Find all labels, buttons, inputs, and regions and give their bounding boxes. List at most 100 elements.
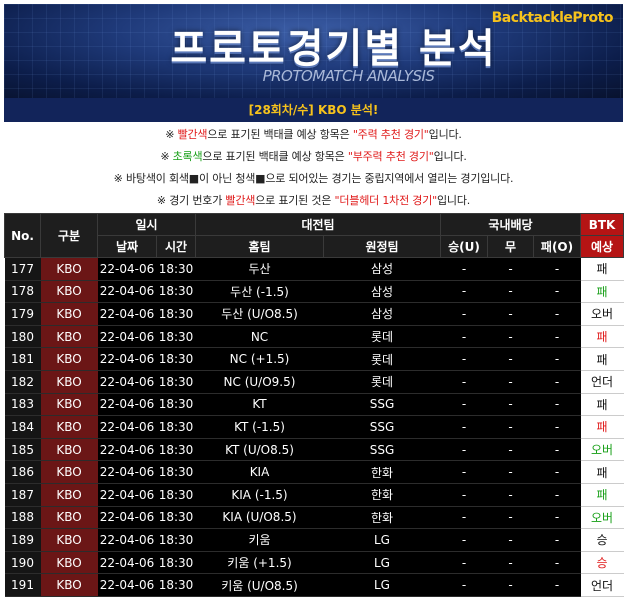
- match-time: 18:30: [156, 438, 196, 462]
- table-row[interactable]: 186 KBO 22-04-06 18:30 KIA 한화 - - - 패: [4, 460, 624, 484]
- table-row[interactable]: 187 KBO 22-04-06 18:30 KIA (-1.5) 한화 - - - 패: [4, 483, 624, 507]
- away-team: 삼성: [323, 302, 441, 326]
- table-row[interactable]: 178 KBO 22-04-06 18:30 두산 (-1.5) 삼성 - - - 패: [4, 280, 624, 304]
- match-date: 22-04-06: [97, 280, 157, 304]
- match-number: 191: [4, 573, 41, 597]
- btk-prediction: 패: [580, 280, 624, 304]
- header-odds: 국내배당: [439, 213, 582, 236]
- match-number: 188: [4, 506, 41, 530]
- odds-draw: -: [487, 347, 534, 371]
- odds-win: -: [440, 460, 488, 484]
- match-time: 18:30: [156, 415, 196, 439]
- note-text: 입니다.: [428, 128, 462, 141]
- match-date: 22-04-06: [97, 460, 157, 484]
- note-quote: "주력 추천 경기": [352, 128, 429, 141]
- odds-win: -: [440, 483, 488, 507]
- table-row[interactable]: 177 KBO 22-04-06 18:30 두산 삼성 - - - 패: [4, 257, 624, 281]
- home-team: NC (+1.5): [195, 347, 324, 371]
- home-team: 두산 (-1.5): [195, 280, 324, 304]
- odds-draw: -: [487, 528, 534, 552]
- note-text: 입니다.: [433, 150, 467, 163]
- odds-win: -: [440, 280, 488, 304]
- header-time: 시간: [156, 235, 196, 258]
- btk-prediction: 패: [580, 483, 624, 507]
- note-text: 으로 표기된 백태클 예상 항목은: [207, 128, 353, 141]
- match-date: 22-04-06: [97, 483, 157, 507]
- header-btk: BTK: [580, 213, 625, 236]
- note-text: ※ 바탕색이 회색■이 아닌 청색■으로 되어있는 경기는 중립지역에서 열리는…: [113, 172, 514, 185]
- away-team: 삼성: [323, 257, 441, 281]
- odds-lose: -: [533, 551, 581, 575]
- match-number: 184: [4, 415, 41, 439]
- odds-lose: -: [533, 573, 581, 597]
- match-date: 22-04-06: [97, 506, 157, 530]
- banner-subtitle: PROTOMATCH ANALYSIS: [262, 67, 435, 85]
- match-date: 22-04-06: [97, 347, 157, 371]
- header-draw: 무: [487, 235, 534, 258]
- home-team: 키움 (U/O8.5): [195, 573, 324, 597]
- table-row[interactable]: 185 KBO 22-04-06 18:30 KT (U/O8.5) SSG - - - 오버: [4, 438, 624, 462]
- note-text: 입니다.: [437, 194, 471, 207]
- odds-draw: -: [487, 483, 534, 507]
- table-row[interactable]: 180 KBO 22-04-06 18:30 NC 롯데 - - - 패: [4, 325, 624, 349]
- header-prediction: 예상: [580, 235, 625, 258]
- odds-lose: -: [533, 347, 581, 371]
- btk-prediction: 오버: [580, 302, 624, 326]
- table-row[interactable]: 179 KBO 22-04-06 18:30 두산 (U/O8.5) 삼성 - - - 오버: [4, 302, 624, 326]
- match-number: 189: [4, 528, 41, 552]
- home-team: 두산 (U/O8.5): [195, 302, 324, 326]
- note-text: ※: [165, 128, 178, 141]
- away-team: 한화: [323, 483, 441, 507]
- legend-notes: ※ 빨간색으로 표기된 백태클 예상 항목은 "주력 추천 경기"입니다. ※ …: [4, 124, 623, 212]
- odds-win: -: [440, 325, 488, 349]
- match-date: 22-04-06: [97, 325, 157, 349]
- league-badge: KBO: [40, 415, 98, 439]
- home-team: KIA (U/O8.5): [195, 506, 324, 530]
- match-date: 22-04-06: [97, 257, 157, 281]
- match-time: 18:30: [156, 483, 196, 507]
- btk-prediction: 패: [580, 460, 624, 484]
- away-team: 롯데: [323, 347, 441, 371]
- odds-lose: -: [533, 506, 581, 530]
- match-number: 190: [4, 551, 41, 575]
- odds-lose: -: [533, 438, 581, 462]
- table-row[interactable]: 190 KBO 22-04-06 18:30 키움 (+1.5) LG - - - 승: [4, 551, 624, 575]
- table-row[interactable]: 189 KBO 22-04-06 18:30 키움 LG - - - 승: [4, 528, 624, 552]
- league-badge: KBO: [40, 506, 98, 530]
- note-double-header: ※ 경기 번호가 빨간색으로 표기된 것은 "더블헤더 1차전 경기"입니다.: [4, 190, 623, 212]
- match-time: 18:30: [156, 347, 196, 371]
- odds-lose: -: [533, 460, 581, 484]
- odds-draw: -: [487, 573, 534, 597]
- odds-win: -: [440, 347, 488, 371]
- match-date: 22-04-06: [97, 415, 157, 439]
- match-time: 18:30: [156, 257, 196, 281]
- note-text: ※: [160, 150, 173, 163]
- match-time: 18:30: [156, 528, 196, 552]
- home-team: 두산: [195, 257, 324, 281]
- note-text: ※ 경기 번호가: [156, 194, 226, 207]
- btk-prediction: 패: [580, 415, 624, 439]
- match-time: 18:30: [156, 393, 196, 417]
- match-number: 179: [4, 302, 41, 326]
- away-team: SSG: [323, 415, 441, 439]
- odds-lose: -: [533, 393, 581, 417]
- odds-draw: -: [487, 257, 534, 281]
- odds-win: -: [440, 506, 488, 530]
- table-row[interactable]: 183 KBO 22-04-06 18:30 KT SSG - - - 패: [4, 393, 624, 417]
- note-highlight: 빨간색: [177, 128, 208, 141]
- btk-prediction: 패: [580, 393, 624, 417]
- banner: BacktackleProto 프로토경기별 분석 PROTOMATCH ANA…: [4, 4, 623, 98]
- home-team: KT (-1.5): [195, 415, 324, 439]
- away-team: LG: [323, 551, 441, 575]
- table-row[interactable]: 184 KBO 22-04-06 18:30 KT (-1.5) SSG - - - 패: [4, 415, 624, 439]
- table-row[interactable]: 188 KBO 22-04-06 18:30 KIA (U/O8.5) 한화 - - - 오버: [4, 506, 624, 530]
- odds-win: -: [440, 528, 488, 552]
- odds-draw: -: [487, 370, 534, 394]
- match-table-container: No. 구분 일시 대전팀 국내배당 BTK 날짜 시간 홈팀 원정팀 승(U)…: [4, 213, 625, 597]
- table-row[interactable]: 181 KBO 22-04-06 18:30 NC (+1.5) 롯데 - - - 패: [4, 347, 624, 371]
- league-badge: KBO: [40, 325, 98, 349]
- table-row[interactable]: 182 KBO 22-04-06 18:30 NC (U/O9.5) 롯데 - - - 언더: [4, 370, 624, 394]
- table-row[interactable]: 191 KBO 22-04-06 18:30 키움 (U/O8.5) LG - - - 언더: [4, 573, 624, 597]
- home-team: 키움: [195, 528, 324, 552]
- note-main-pick: ※ 빨간색으로 표기된 백태클 예상 항목은 "주력 추천 경기"입니다.: [4, 124, 623, 146]
